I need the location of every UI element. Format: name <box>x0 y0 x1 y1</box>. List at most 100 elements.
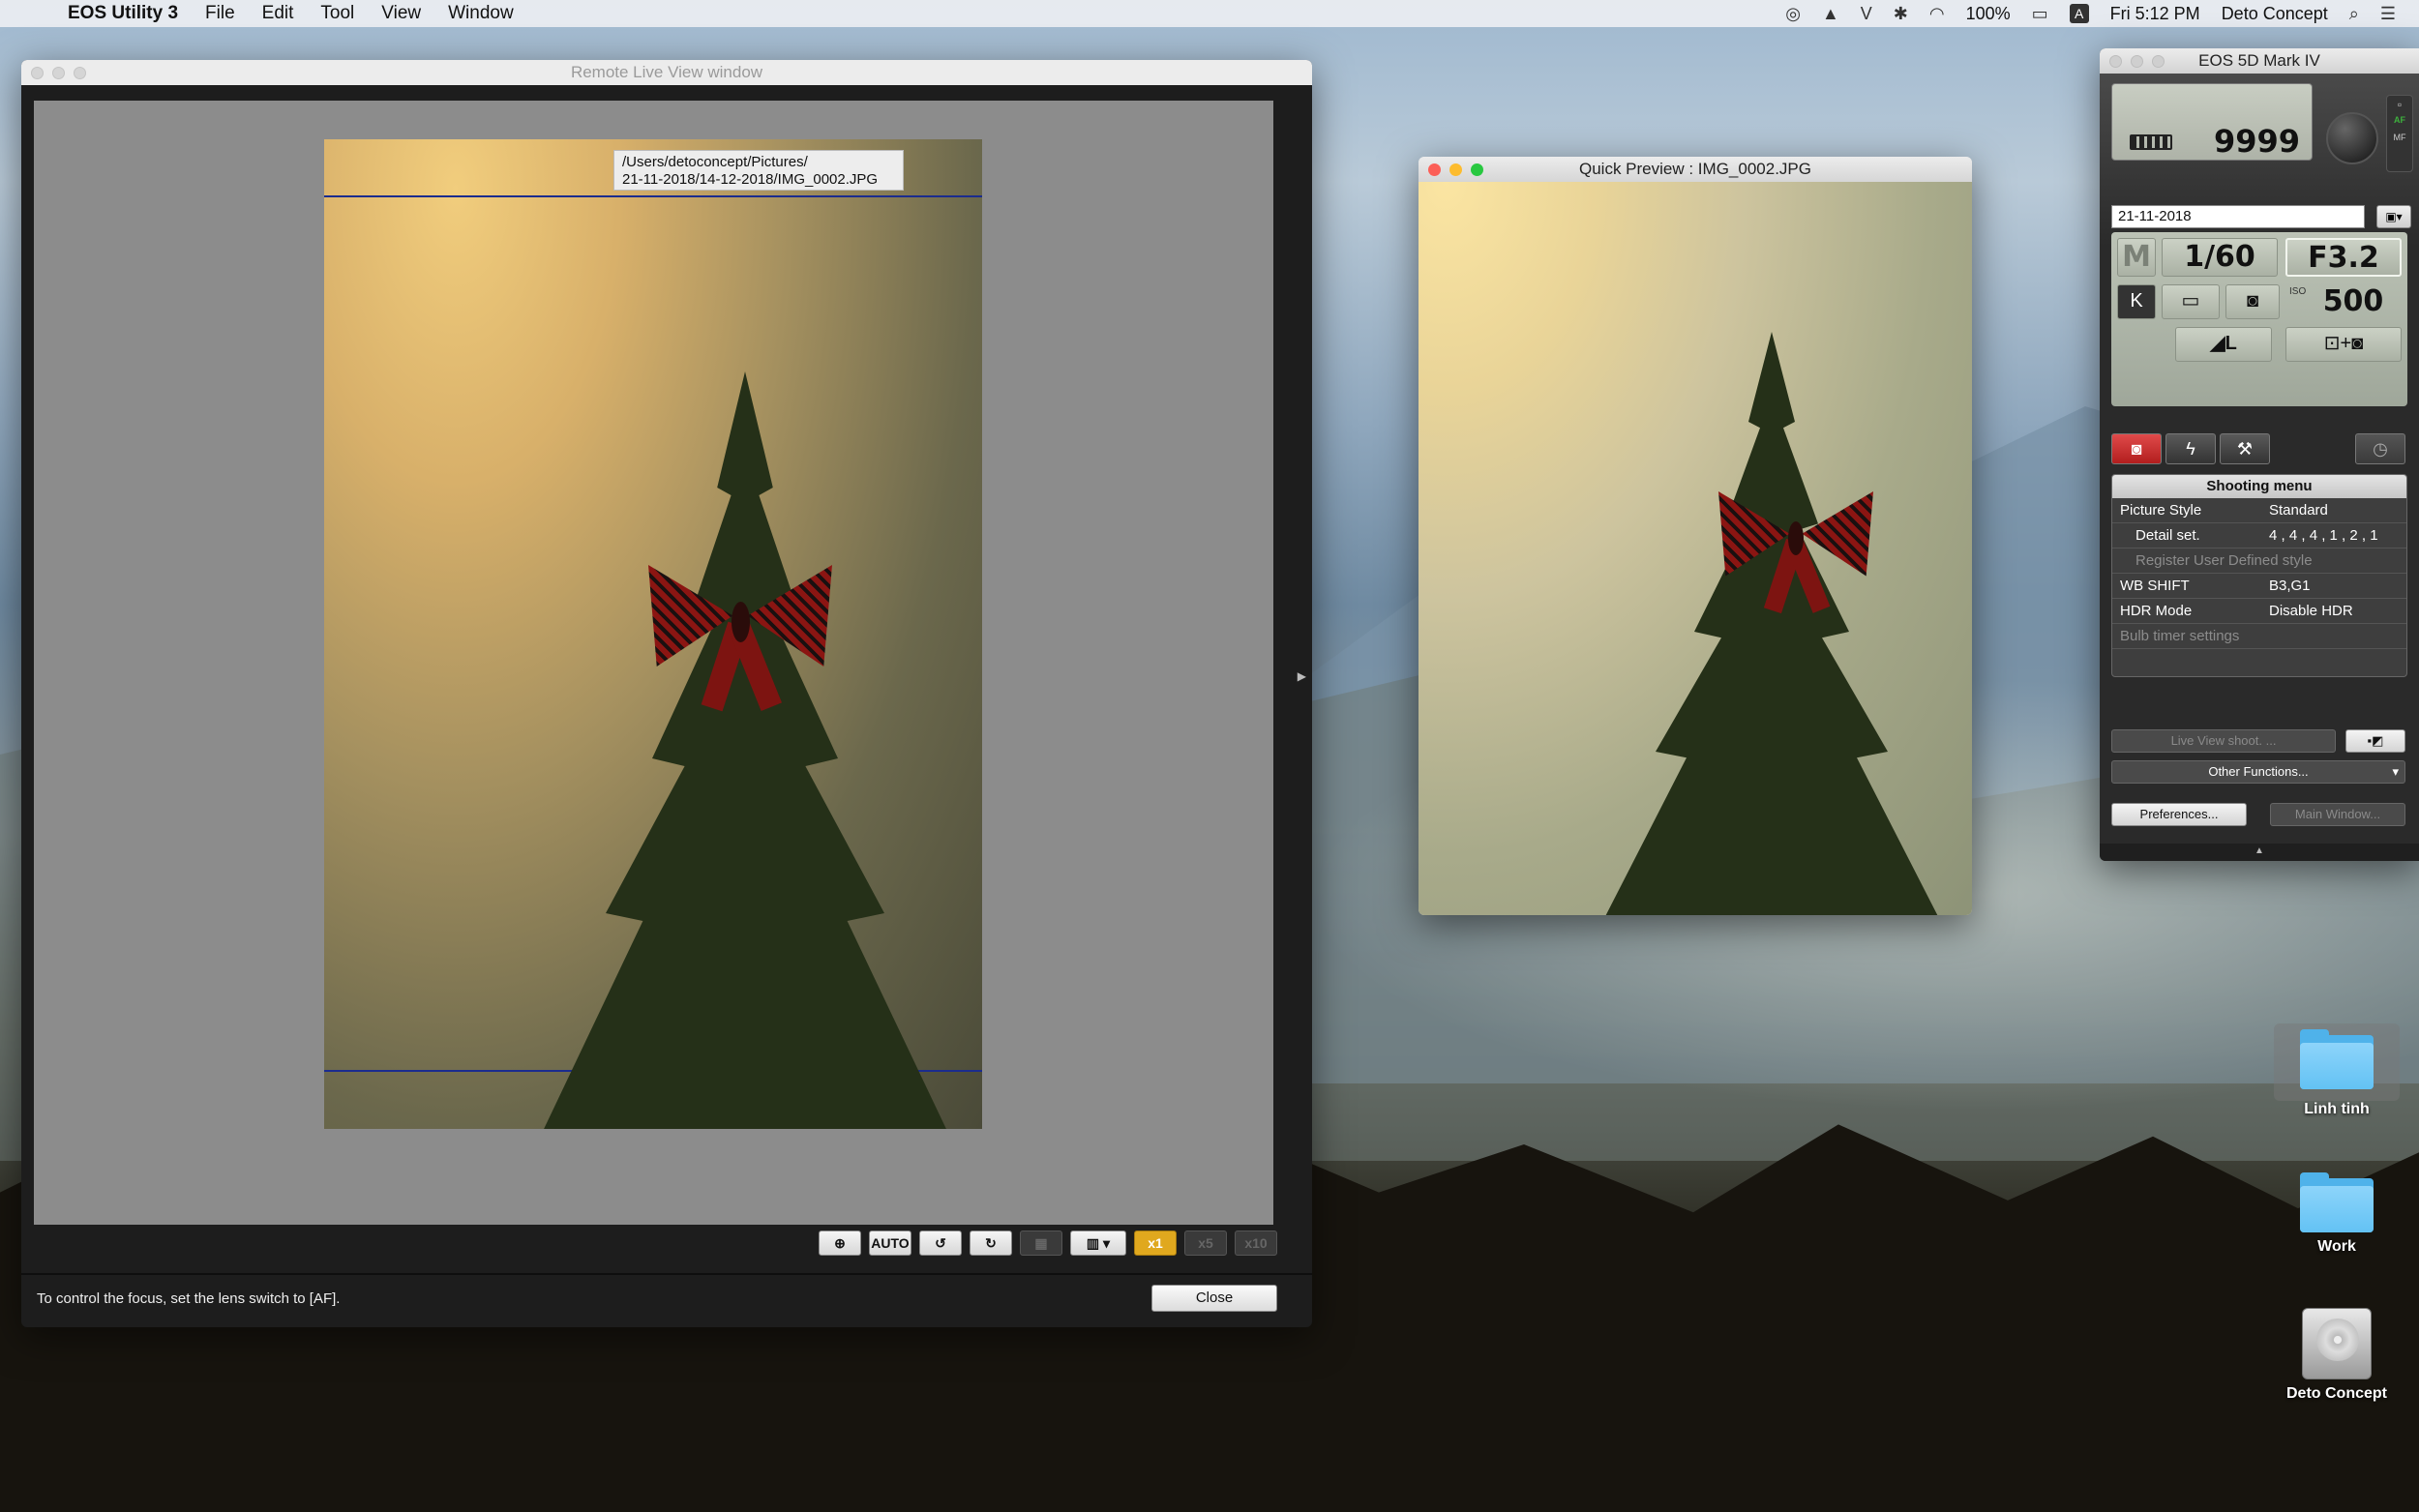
battery-percent[interactable]: 100% <box>1966 4 2011 24</box>
camera-panel-titlebar[interactable]: EOS 5D Mark IV <box>2100 48 2419 74</box>
notification-icon[interactable]: ▲ <box>1822 4 1839 24</box>
spotlight-search-icon[interactable]: ⌕ <box>2349 4 2359 24</box>
hard-drive-icon <box>2302 1308 2372 1379</box>
collapse-handle-icon[interactable]: ▲ <box>2100 844 2419 861</box>
crosshair-af-button[interactable]: ⊕ <box>819 1230 861 1256</box>
menu-row-picture-style[interactable]: Picture Style Standard <box>2112 498 2406 523</box>
zoom-x5-button[interactable]: x5 <box>1184 1230 1227 1256</box>
quick-preview-titlebar[interactable]: Quick Preview : IMG_0002.JPG <box>1419 157 1972 182</box>
minimize-window-icon[interactable] <box>52 67 65 79</box>
zoom-window-icon[interactable] <box>1471 163 1483 176</box>
close-window-icon[interactable] <box>2109 55 2122 68</box>
creative-cloud-icon[interactable]: ◎ <box>1785 4 1801 24</box>
file-path-line2: 21-11-2018/14-12-2018/IMG_0002.JPG <box>622 171 879 188</box>
live-view-shoot-button[interactable]: Live View shoot. ... <box>2111 729 2336 753</box>
save-destination-icon[interactable]: ⊡+◙ <box>2285 327 2402 362</box>
af-label: AF <box>2394 115 2405 125</box>
shutter-speed[interactable]: 1/60 <box>2162 238 2278 277</box>
menu-row-register-style[interactable]: Register User Defined style <box>2112 548 2406 574</box>
menu-key: Detail set. <box>2135 527 2200 544</box>
white-balance[interactable]: K <box>2117 284 2156 319</box>
window-title: Quick Preview : IMG_0002.JPG <box>1579 160 1811 178</box>
folder-settings-button[interactable]: ▣▾ <box>2376 205 2411 228</box>
overlay-dropdown-button[interactable]: ▥ ▾ <box>1070 1230 1126 1256</box>
close-window-icon[interactable] <box>1428 163 1441 176</box>
desktop-icon-label: Linh tinh <box>2304 1101 2370 1117</box>
iso-value[interactable]: 500 <box>2305 284 2402 319</box>
menu-value: Standard <box>2269 502 2328 519</box>
menu-tool[interactable]: Tool <box>320 3 354 24</box>
menu-bar: EOS Utility 3 File Edit Tool View Window… <box>0 0 2419 27</box>
menu-app-name[interactable]: EOS Utility 3 <box>68 3 178 24</box>
tab-setup-tools-icon[interactable]: ⚒ <box>2220 433 2270 464</box>
auto-wb-button[interactable]: AUTO <box>869 1230 911 1256</box>
menu-row-bulb-timer[interactable]: Bulb timer settings <box>2112 624 2406 649</box>
vectorworks-icon[interactable]: V <box>1861 4 1872 24</box>
menu-row-wb-shift[interactable]: WB SHIFT B3,G1 <box>2112 574 2406 599</box>
clock[interactable]: Fri 5:12 PM <box>2110 4 2200 24</box>
tab-timer-icon[interactable]: ◷ <box>2355 433 2405 464</box>
tab-shooting-camera-icon[interactable]: ◙ <box>2111 433 2162 464</box>
power-dial-icon[interactable] <box>2326 112 2378 164</box>
menu-row-detail-set[interactable]: Detail set. 4 , 4 , 4 , 1 , 2 , 1 <box>2112 523 2406 548</box>
destination-folder-field[interactable]: 21-11-2018 <box>2111 205 2365 228</box>
tree <box>1598 332 1946 915</box>
grid-button[interactable]: ▦ <box>1020 1230 1062 1256</box>
menu-row-hdr-mode[interactable]: HDR Mode Disable HDR <box>2112 599 2406 624</box>
camera-control-panel: EOS 5D Mark IV 9999 ▫ AF MF 21-11-2018 ▣… <box>2100 48 2419 861</box>
other-functions-dropdown[interactable]: Other Functions... ▾ <box>2111 760 2405 784</box>
rotate-right-button[interactable]: ↻ <box>970 1230 1012 1256</box>
wifi-icon[interactable]: ◠ <box>1929 4 1945 24</box>
auto-label: AUTO <box>871 1235 910 1251</box>
main-window-button[interactable]: Main Window... <box>2270 803 2405 826</box>
live-view-titlebar[interactable]: Remote Live View window <box>21 60 1312 85</box>
drive-mode-icon[interactable]: ▭ <box>2162 284 2220 319</box>
desktop-folder-linh-tinh[interactable]: Linh tinh <box>2274 1023 2400 1118</box>
bluetooth-icon[interactable]: ✱ <box>1894 4 1908 24</box>
zoom-x10-button[interactable]: x10 <box>1235 1230 1277 1256</box>
tree <box>536 371 954 1129</box>
close-window-icon[interactable] <box>31 67 44 79</box>
menu-edit[interactable]: Edit <box>262 3 294 24</box>
preferences-button[interactable]: Preferences... <box>2111 803 2247 826</box>
notification-center-icon[interactable]: ☰ <box>2380 4 2396 24</box>
shooting-mode[interactable]: M <box>2117 238 2156 277</box>
zoom-window-icon[interactable] <box>74 67 86 79</box>
menu-view[interactable]: View <box>381 3 421 24</box>
mf-label: MF <box>2393 133 2406 142</box>
menu-key: Picture Style <box>2120 502 2202 519</box>
user-name[interactable]: Deto Concept <box>2222 4 2328 24</box>
menu-key: WB SHIFT <box>2120 578 2190 594</box>
aperture-value[interactable]: F3.2 <box>2285 238 2402 277</box>
desktop-folder-work[interactable]: Work <box>2274 1172 2400 1256</box>
menu-file[interactable]: File <box>205 3 235 24</box>
live-view-image[interactable] <box>324 139 982 1129</box>
minimize-window-icon[interactable] <box>1449 163 1462 176</box>
zoom-x1-button[interactable]: x1 <box>1134 1230 1177 1256</box>
menu-tabs: ◙ ϟ ⚒ ◷ <box>2111 433 2405 464</box>
image-quality[interactable]: ◢L <box>2175 327 2272 362</box>
battery-icon[interactable]: ▭ <box>2032 4 2048 24</box>
metering-mode-icon[interactable]: ◙ <box>2225 284 2280 319</box>
desktop-disk-deto-concept[interactable]: Deto Concept <box>2274 1308 2400 1403</box>
menu-window[interactable]: Window <box>448 3 514 24</box>
movie-mode-icon[interactable]: ▪◩ <box>2345 729 2405 753</box>
aspect-guide-top <box>324 195 982 197</box>
traffic-lights <box>31 67 86 79</box>
panel-expand-arrow-icon[interactable]: ▶ <box>1298 669 1306 683</box>
battery-level-icon <box>2130 134 2172 150</box>
folder-icon <box>2300 1172 2374 1232</box>
live-view-canvas[interactable] <box>34 101 1273 1225</box>
tab-flash-icon[interactable]: ϟ <box>2165 433 2216 464</box>
minimize-window-icon[interactable] <box>2131 55 2143 68</box>
rotate-left-button[interactable]: ↺ <box>919 1230 962 1256</box>
window-title: Remote Live View window <box>570 63 763 81</box>
close-button[interactable]: Close <box>1151 1285 1277 1312</box>
iso-label: ISO <box>2289 286 2307 297</box>
folder-icon <box>2300 1029 2374 1089</box>
zoom-window-icon[interactable] <box>2152 55 2165 68</box>
menu-key: HDR Mode <box>2120 603 2193 619</box>
traffic-lights <box>1428 163 1483 176</box>
input-source-icon[interactable]: A <box>2069 4 2089 23</box>
preview-image[interactable] <box>1419 182 1972 915</box>
